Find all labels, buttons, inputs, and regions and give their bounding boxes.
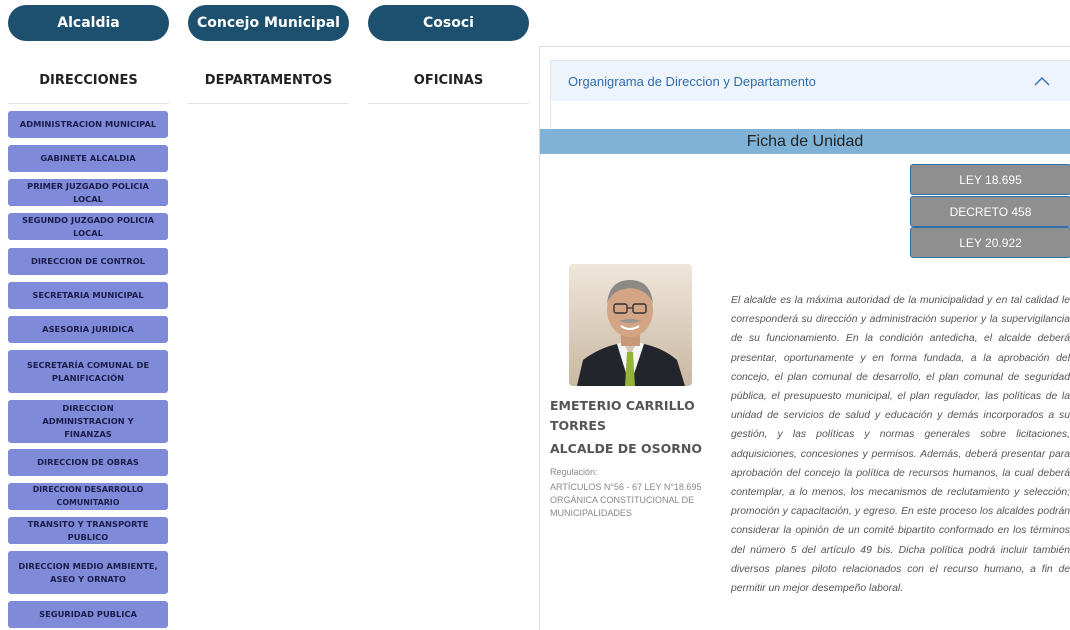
divider <box>8 103 169 104</box>
direccion-transito-transporte[interactable]: TRANSITO Y TRANSPORTE PUBLICO <box>8 517 168 544</box>
official-name: EMETERIO CARRILLO TORRES <box>550 398 695 433</box>
regulacion-text: ARTÍCULOS N°56 - 67 LEY N°18.695 ORGÁNIC… <box>550 482 702 519</box>
direccion-primer-juzgado[interactable]: PRIMER JUZGADO POLICIA LOCAL <box>8 179 168 206</box>
departamentos-heading: DEPARTAMENTOS <box>204 73 333 88</box>
ley-18695-button[interactable]: LEY 18.695 <box>910 164 1070 195</box>
direccion-secplan[interactable]: SECRETARÍA COMUNAL DE PLANIFICACIÓN <box>8 350 168 393</box>
direccion-de-control[interactable]: DIRECCION DE CONTROL <box>8 248 168 275</box>
direccion-seguridad-publica[interactable]: SEGURIDAD PUBLICA <box>8 601 168 628</box>
cosoci-button[interactable]: Cosoci <box>368 5 529 41</box>
divider <box>188 103 349 104</box>
organigrama-accordion-header[interactable]: Organigrama de Direccion y Departamento <box>550 60 1070 101</box>
oficinas-heading: OFICINAS <box>413 73 484 88</box>
direccion-administracion-finanzas[interactable]: DIRECCION ADMINISTRACION Y FINANZAS <box>8 400 168 443</box>
direccion-administracion-municipal[interactable]: ADMINISTRACION MUNICIPAL <box>8 111 168 138</box>
direccion-segundo-juzgado[interactable]: SEGUNDO JUZGADO POLICIA LOCAL <box>8 213 168 240</box>
alcaldia-button[interactable]: Alcaldia <box>8 5 169 41</box>
direcciones-heading: DIRECCIONES <box>39 73 138 88</box>
direccion-secretaria-municipal[interactable]: SECRETARIA MUNICIPAL <box>8 282 168 309</box>
direccion-desarrollo-comunitario[interactable]: DIRECCION DESARROLLO COMUNITARIO <box>8 483 168 510</box>
accordion-title: Organigrama de Direccion y Departamento <box>568 73 816 89</box>
regulacion-label: Regulación: <box>550 467 598 477</box>
accordion-body <box>550 101 1070 129</box>
chevron-up-icon[interactable] <box>1034 74 1050 89</box>
direccion-asesoria-juridica[interactable]: ASESORIA JURIDICA <box>8 316 168 343</box>
person-photo <box>569 264 692 386</box>
concejo-municipal-button[interactable]: Concejo Municipal <box>188 5 349 41</box>
unit-description: El alcalde es la máxima autoridad de la … <box>731 295 1070 595</box>
direccion-medio-ambiente[interactable]: DIRECCION MEDIO AMBIENTE, ASEO Y ORNATO <box>8 551 168 594</box>
decreto-458-button[interactable]: DECRETO 458 <box>910 196 1070 227</box>
official-role: ALCALDE DE OSORNO <box>550 441 702 456</box>
divider <box>368 103 529 104</box>
ficha-title: Ficha de Unidad <box>540 129 1070 154</box>
direccion-de-obras[interactable]: DIRECCION DE OBRAS <box>8 449 168 476</box>
direccion-gabinete-alcaldia[interactable]: GABINETE ALCALDIA <box>8 145 168 172</box>
ley-20922-button[interactable]: LEY 20.922 <box>910 227 1070 258</box>
